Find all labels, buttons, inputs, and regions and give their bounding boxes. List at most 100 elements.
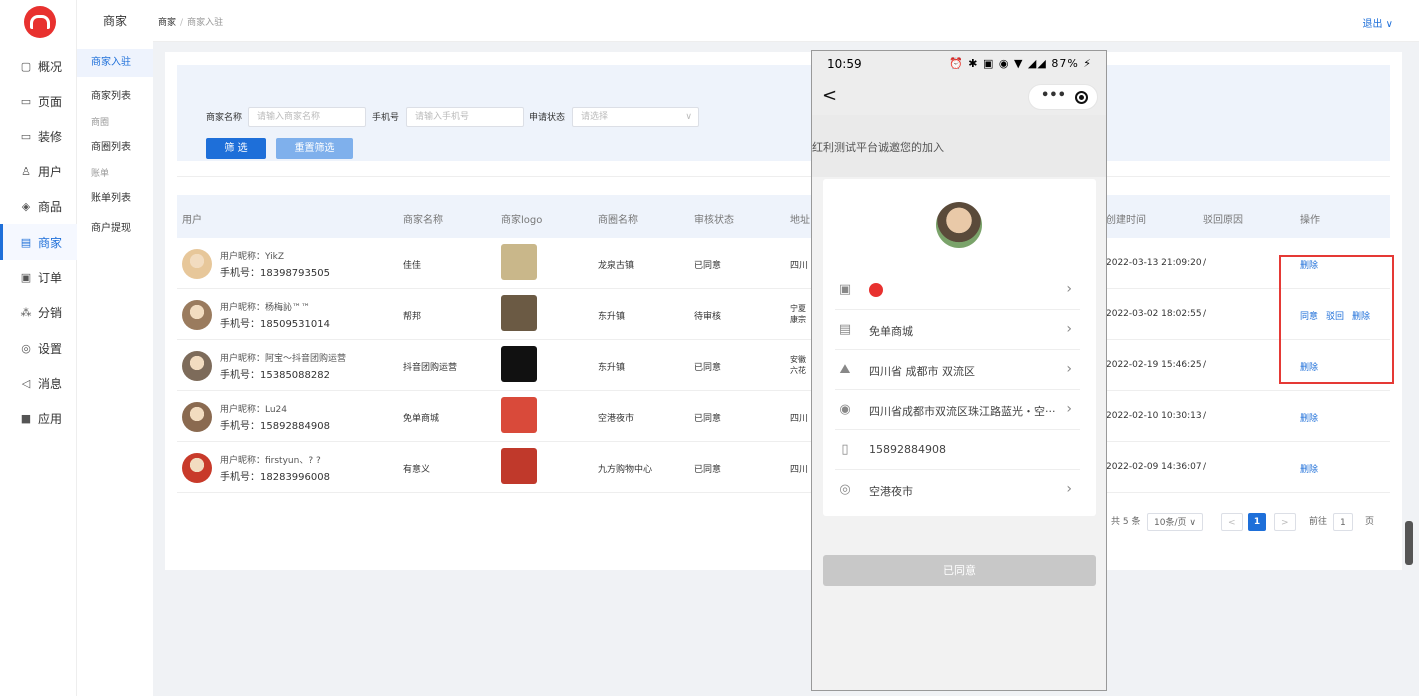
user-phone: 手机号：18509531014	[220, 319, 330, 330]
nav-item-label: 页面	[38, 94, 63, 109]
sub-group-bill: 账单	[91, 169, 110, 179]
phone-label: 手机号	[372, 113, 400, 123]
audit-status: 待审核	[694, 312, 722, 322]
delete-button[interactable]: 删除	[1300, 414, 1318, 424]
created-time: 2022-03-13 21:09:20	[1106, 258, 1202, 268]
pager-size-select[interactable]: 10条/页 ∨	[1147, 513, 1203, 531]
chevron-right-icon: ›	[1066, 321, 1072, 337]
created-time: 2022-02-10 10:30:13	[1106, 411, 1202, 421]
merchant-name-input[interactable]: 请输入商家名称	[248, 107, 366, 127]
nav-item-settings[interactable]: ◎ 设置	[0, 330, 77, 366]
scrollbar-handle[interactable]	[1405, 521, 1413, 565]
nav-item-distribution[interactable]: ⁂ 分销	[0, 294, 77, 330]
main-sidebar: ▢ 概况 ▭ 页面 ▭ 装修 ♙ 用户 ◈ 商品 ▤ 商家 ▣ 订单 ⁂ 分销 ◎ 设置 ◁ 消息 ■ 应用	[0, 0, 77, 696]
sub-item-merchant-join[interactable]: 商家入驻	[77, 49, 153, 77]
sub-item-withdraw[interactable]: 商户提现	[77, 219, 153, 234]
info-row-image[interactable]: ▣ ›	[835, 270, 1080, 310]
phone-input[interactable]: 请输入手机号	[406, 107, 524, 127]
back-icon[interactable]: <	[822, 85, 837, 106]
sub-item-bill-list[interactable]: 账单列表	[77, 189, 153, 204]
pager-page-suffix: 页	[1365, 517, 1375, 527]
nav-item-decorate[interactable]: ▭ 装修	[0, 118, 77, 154]
user-nickname: 用户昵称：Lu24	[220, 405, 288, 415]
merchant-name: 帮邦	[403, 312, 422, 322]
divider	[177, 176, 1390, 177]
nav-item-label: 商家	[38, 235, 63, 250]
apps-icon: ■	[20, 411, 32, 425]
address: 四川	[790, 465, 809, 475]
highlight-box	[1279, 255, 1394, 384]
circle-name: 东升镇	[598, 312, 626, 322]
user-icon: ♙	[21, 164, 31, 178]
user-avatar	[182, 453, 212, 483]
merchant-logo-image[interactable]	[501, 295, 537, 331]
location-icon: ◉	[839, 402, 851, 417]
merchant-name: 有意义	[403, 465, 431, 475]
logout-button[interactable]: 退出 ∨	[1363, 15, 1394, 30]
settings-icon: ◎	[21, 341, 31, 355]
chevron-down-icon: ∨	[685, 112, 692, 122]
nav-item-merchant[interactable]: ▤ 商家	[0, 224, 77, 260]
agreed-button[interactable]: 已同意	[823, 555, 1096, 586]
user-phone: 手机号：15385088282	[220, 370, 330, 381]
sub-sidebar: 商家 商家入驻 商家列表 商圈 商圈列表 账单 账单列表 商户提现	[77, 0, 153, 696]
business-license-thumb[interactable]	[869, 283, 883, 297]
sub-item-circle-list[interactable]: 商圈列表	[77, 138, 153, 153]
circle-icon: ◎	[839, 482, 851, 497]
status-select-placeholder: 请选择	[581, 112, 609, 122]
th-created-time: 创建时间	[1106, 215, 1146, 226]
pager-current-page[interactable]: 1	[1248, 513, 1266, 531]
nav-item-message[interactable]: ◁ 消息	[0, 365, 77, 401]
user-phone: 手机号：15892884908	[220, 421, 330, 432]
pager-next-button[interactable]: >	[1274, 513, 1296, 531]
nav-item-overview[interactable]: ▢ 概况	[0, 48, 77, 84]
reject-reason: /	[1203, 309, 1207, 319]
th-audit-status: 审核状态	[694, 215, 734, 226]
pager-goto-input[interactable]: 1	[1333, 513, 1353, 531]
nav-item-goods[interactable]: ◈ 商品	[0, 188, 77, 224]
nav-item-order[interactable]: ▣ 订单	[0, 259, 77, 295]
more-icon[interactable]: •••	[1041, 88, 1066, 103]
nav-item-label: 消息	[38, 376, 63, 391]
nav-item-apps[interactable]: ■ 应用	[0, 400, 77, 436]
nav-item-user[interactable]: ♙ 用户	[0, 153, 77, 189]
user-avatar	[182, 300, 212, 330]
merchant-logo-image[interactable]	[501, 244, 537, 280]
app-logo[interactable]	[24, 6, 56, 38]
user-avatar	[182, 402, 212, 432]
circle-name: 龙泉古镇	[598, 261, 635, 271]
info-row-phone: ▯ 15892884908	[835, 430, 1080, 470]
status-select[interactable]: 请选择 ∨	[572, 107, 699, 127]
chevron-right-icon: ›	[1066, 281, 1072, 297]
nav-item-page[interactable]: ▭ 页面	[0, 83, 77, 119]
info-row-circle[interactable]: ◎ 空港夜市 ›	[835, 470, 1080, 510]
page-icon: ▭	[20, 94, 32, 108]
merchant-logo-image[interactable]	[501, 346, 537, 382]
pager-prev-button[interactable]: <	[1221, 513, 1243, 531]
breadcrumb-separator: /	[180, 18, 184, 28]
user-nickname: 用户昵称：firstyun、? ?	[220, 456, 321, 466]
address: 安徽 六花	[790, 355, 806, 375]
nav-item-label: 订单	[38, 270, 63, 285]
th-circle-name: 商圈名称	[598, 215, 638, 226]
user-nickname: 用户昵称：阿宝～抖音团购运营	[220, 354, 347, 364]
merchant-icon: ▤	[20, 235, 32, 249]
info-row-shop[interactable]: ▤ 免单商城 ›	[835, 310, 1080, 350]
table-row: 用户昵称：YikZ 手机号：18398793505 佳佳 龙泉古镇 已同意 四川 2022-…	[177, 238, 1390, 289]
info-row-region[interactable]: ⛰ 四川省 成都市 双流区 ›	[835, 350, 1080, 390]
delete-button[interactable]: 删除	[1300, 465, 1318, 475]
info-row-location[interactable]: ◉ 四川省成都市双流区珠江路蓝光・空··· ›	[835, 390, 1080, 430]
filter-button[interactable]: 筛 选	[206, 138, 266, 159]
th-operations: 操作	[1300, 215, 1320, 226]
sub-item-merchant-list[interactable]: 商家列表	[77, 87, 153, 102]
breadcrumb-root[interactable]: 商家	[158, 18, 176, 28]
merchant-logo-image[interactable]	[501, 448, 537, 484]
audit-status: 已同意	[694, 465, 722, 475]
chevron-right-icon: ›	[1066, 401, 1072, 417]
merchant-logo-image[interactable]	[501, 397, 537, 433]
invite-text: 红利测试平台诚邀您的加入	[812, 141, 944, 154]
shop-icon: ▤	[838, 322, 852, 337]
reset-filter-button[interactable]: 重置筛选	[276, 138, 353, 159]
reject-reason: /	[1203, 411, 1207, 421]
close-target-icon[interactable]	[1075, 91, 1088, 104]
